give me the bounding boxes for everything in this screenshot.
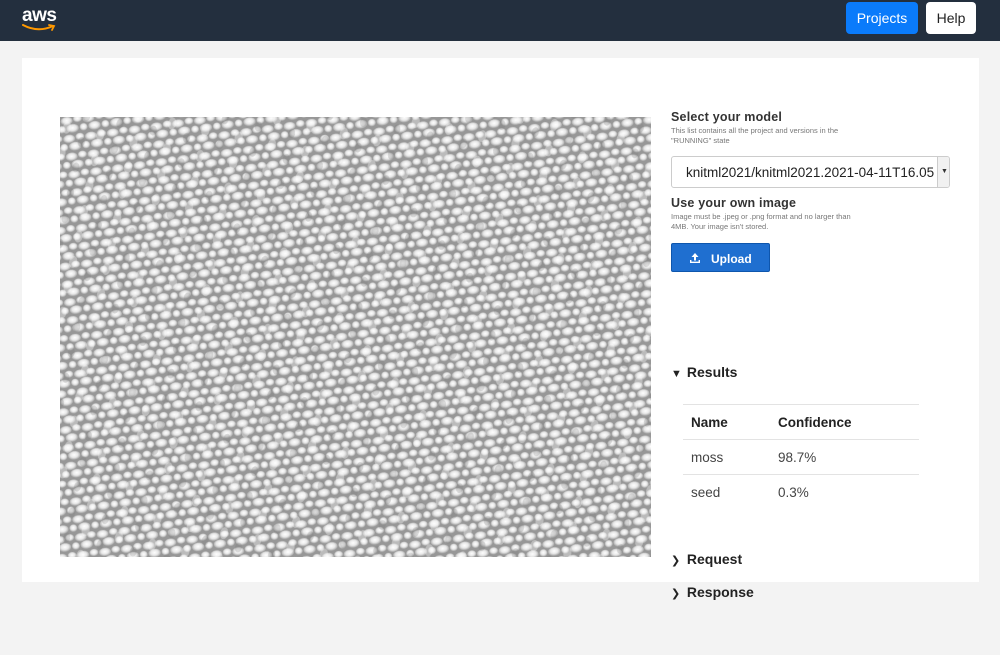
aws-logo-text: aws: [22, 5, 57, 26]
chevron-right-icon: ❯: [671, 555, 681, 567]
result-name-cell: seed: [683, 474, 770, 510]
projects-button[interactable]: Projects: [846, 2, 918, 34]
response-toggle[interactable]: ❯ Response: [671, 584, 754, 600]
column-header-name: Name: [683, 404, 770, 440]
upload-icon: [690, 253, 700, 263]
chevron-right-icon: ❯: [671, 588, 681, 600]
chevron-down-icon: ▼: [671, 368, 682, 380]
main-card: Select your model This list contains all…: [22, 58, 979, 600]
upload-button[interactable]: Upload: [671, 243, 770, 272]
help-button[interactable]: Help: [926, 2, 976, 34]
select-model-description: This list contains all the project and v…: [671, 126, 839, 145]
inference-panel: Select your model This list contains all…: [671, 110, 961, 600]
knit-texture-image: [60, 117, 651, 557]
model-section: Select your model This list contains all…: [671, 110, 961, 146]
result-confidence-cell: 98.7%: [770, 439, 919, 475]
results-heading: Results: [686, 364, 738, 380]
aws-logo[interactable]: aws: [22, 6, 60, 34]
response-heading: Response: [686, 584, 754, 600]
table-row: seed 0.3%: [683, 474, 919, 510]
own-image-description: Image must be .jpeg or .png format and n…: [671, 212, 851, 231]
own-image-heading: Use your own image: [671, 196, 797, 210]
results-toggle[interactable]: ▼ Results: [671, 364, 737, 380]
result-name-cell: moss: [683, 439, 770, 475]
model-select-value: knitml2021/knitml2021.2021-04-11T16.05: [686, 165, 935, 180]
results-table: Name Confidence moss 98.7% seed 0.3%: [683, 404, 919, 510]
request-heading: Request: [686, 551, 743, 567]
column-header-confidence: Confidence: [770, 404, 919, 440]
upload-button-label: Upload: [711, 252, 752, 266]
image-preview: [60, 117, 651, 557]
own-image-section: Use your own image Image must be .jpeg o…: [671, 196, 851, 232]
result-confidence-cell: 0.3%: [770, 474, 919, 510]
top-navigation-bar: aws Projects Help: [0, 0, 1000, 41]
select-model-heading: Select your model: [671, 110, 783, 124]
dropdown-arrow[interactable]: ▼: [937, 157, 949, 187]
table-header-row: Name Confidence: [683, 404, 919, 440]
table-row: moss 98.7%: [683, 439, 919, 475]
request-toggle[interactable]: ❯ Request: [671, 551, 742, 567]
model-select-dropdown[interactable]: knitml2021/knitml2021.2021-04-11T16.05 ▼: [671, 156, 950, 188]
aws-smile-icon: [22, 24, 56, 31]
chevron-down-icon: ▼: [941, 168, 948, 175]
